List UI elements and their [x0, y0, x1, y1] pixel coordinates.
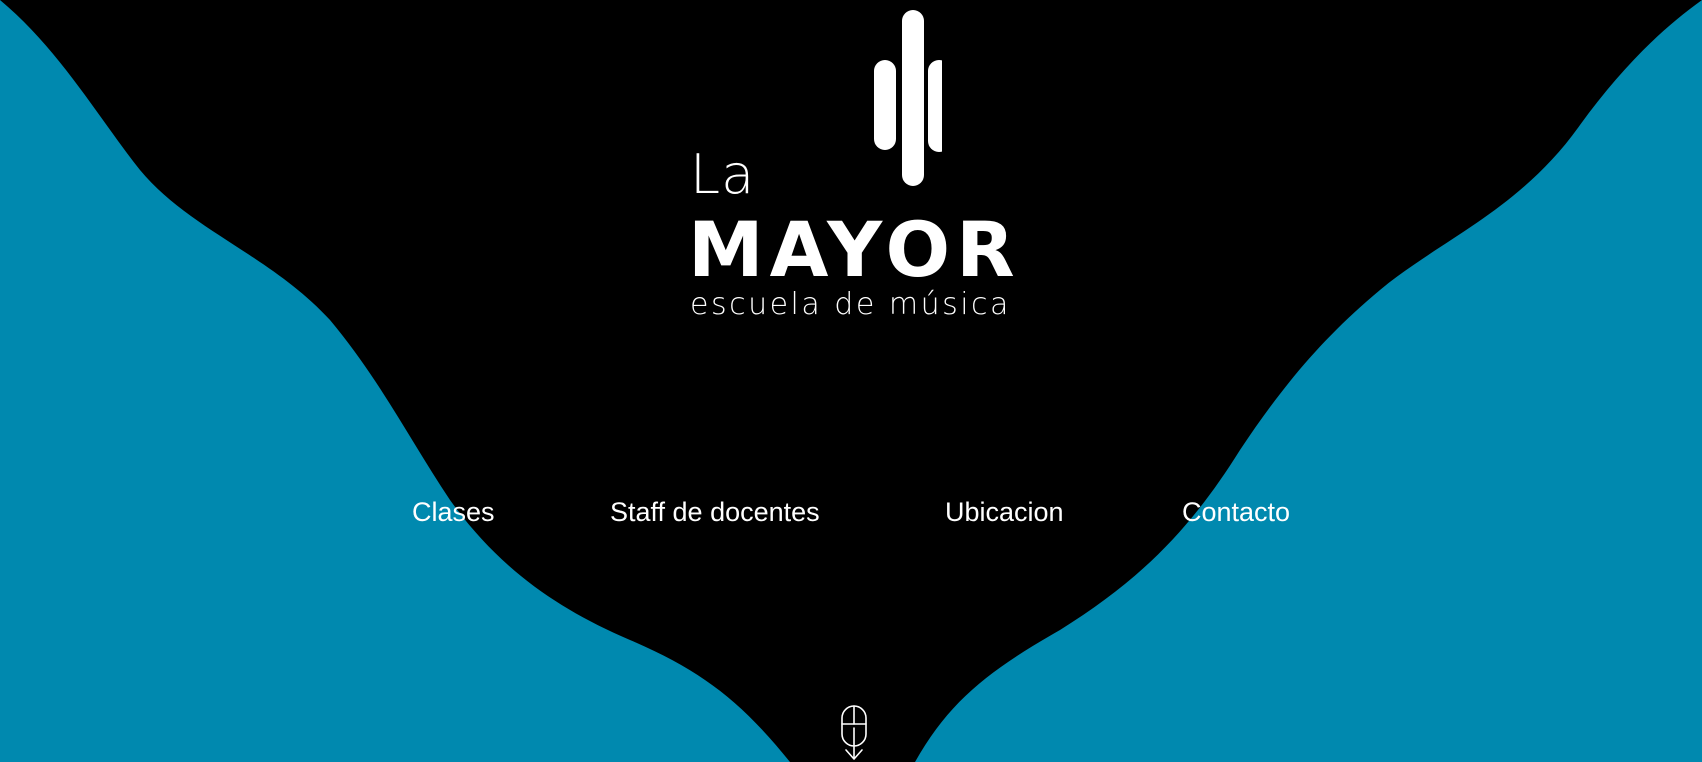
mouse-scroll-down-icon[interactable]: [838, 704, 870, 762]
logo-mayor-text: MAYOR: [688, 205, 1021, 294]
sound-bars-icon: [874, 10, 942, 186]
nav-item-ubicacion[interactable]: Ubicacion: [945, 494, 1064, 530]
nav-item-clases[interactable]: Clases: [412, 494, 495, 530]
main-navigation: Clases Staff de docentes Ubicacion Conta…: [0, 494, 1702, 534]
la-mayor-logo[interactable]: La MAYOR escuela de música: [688, 8, 1021, 322]
landing-page: La MAYOR escuela de música Clases Staff …: [0, 0, 1702, 762]
nav-item-staff[interactable]: Staff de docentes: [610, 494, 820, 530]
logo-la-text: La: [690, 143, 756, 206]
logo-subtitle: escuela de música: [690, 287, 1011, 322]
nav-item-contacto[interactable]: Contacto: [1182, 494, 1290, 530]
